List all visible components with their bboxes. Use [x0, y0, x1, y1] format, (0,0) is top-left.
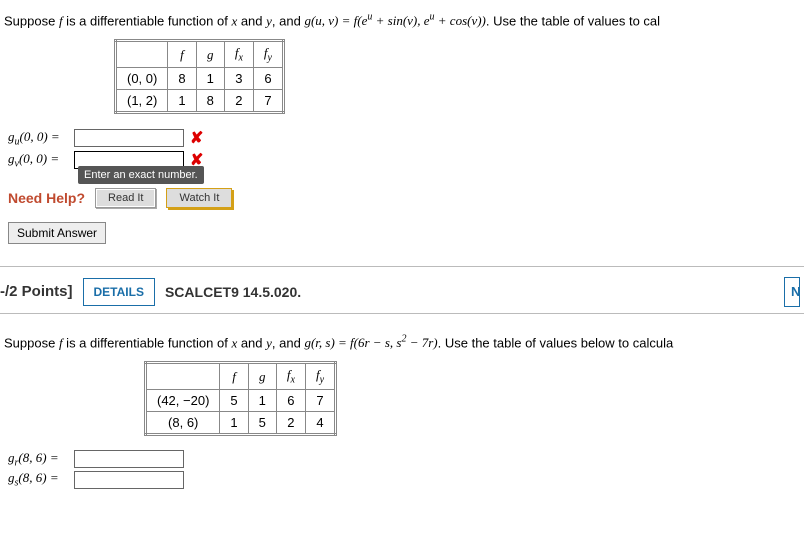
cell-point: (42, −20) [146, 389, 220, 411]
gr-label: gr(8, 6) = [8, 450, 70, 469]
cell-f: 1 [168, 89, 196, 112]
cell-fy: 7 [253, 89, 283, 112]
text: . Use the table of values below to calcu… [438, 335, 674, 350]
q2-data-table: f g fx fy (42, −20) 5 1 6 7 (8, 6) 1 5 2… [144, 361, 337, 436]
gu-label: gu(0, 0) = [8, 129, 70, 148]
cell-point: (1, 2) [116, 89, 168, 112]
table-header-row: f g fx fy [146, 363, 336, 390]
submit-answer-button[interactable]: Submit Answer [8, 222, 106, 244]
gr-input[interactable] [74, 450, 184, 468]
gu-input[interactable] [74, 129, 184, 147]
cell-point: (0, 0) [116, 67, 168, 89]
cell-g: 1 [196, 67, 224, 89]
text: Suppose [4, 13, 59, 28]
gs-input[interactable] [74, 471, 184, 489]
need-help-row: Need Help? Read It Watch It [8, 188, 800, 208]
right-partial-button[interactable]: N [784, 277, 800, 307]
read-it-button[interactable]: Read It [95, 188, 156, 208]
col-fx: fx [276, 363, 305, 390]
text: , and [272, 335, 305, 350]
col-f: f [168, 41, 196, 68]
cell-g: 8 [196, 89, 224, 112]
col-blank [116, 41, 168, 68]
cell-fx: 3 [224, 67, 253, 89]
text: . Use the table of values to cal [486, 13, 660, 28]
details-button[interactable]: DETAILS [83, 278, 155, 306]
answer-row-gv: gv(0, 0) = ✘ Enter an exact number. [8, 150, 800, 170]
need-help-label: Need Help? [8, 190, 85, 206]
text: is a differentiable function of [63, 13, 232, 28]
question-1: Suppose f is a differentiable function o… [0, 0, 804, 260]
col-fx: fx [224, 41, 253, 68]
text: Suppose [4, 335, 59, 350]
col-fy: fy [305, 363, 335, 390]
table-header-row: f g fx fy [116, 41, 284, 68]
col-f: f [220, 363, 248, 390]
table-row: (8, 6) 1 5 2 4 [146, 411, 336, 434]
q1-prompt: Suppose f is a differentiable function o… [4, 12, 800, 29]
question-reference: SCALCET9 14.5.020. [165, 284, 301, 300]
cell-g: 1 [248, 389, 276, 411]
table-row: (42, −20) 5 1 6 7 [146, 389, 336, 411]
q2-prompt: Suppose f is a differentiable function o… [4, 334, 800, 351]
table-row: (1, 2) 1 8 2 7 [116, 89, 284, 112]
question-2: Suppose f is a differentiable function o… [0, 322, 804, 499]
cell-f: 5 [220, 389, 248, 411]
g-expression: g(u, v) = f(eu + sin(v), eu + cos(v)) [304, 13, 485, 28]
answer-row-gr: gr(8, 6) = [8, 450, 800, 469]
cell-fx: 2 [276, 411, 305, 434]
text: is a differentiable function of [63, 335, 232, 350]
q1-data-table: f g fx fy (0, 0) 8 1 3 6 (1, 2) 1 8 2 7 [114, 39, 285, 114]
tooltip-exact-number: Enter an exact number. [78, 166, 204, 184]
points-label: -/2 Points] [0, 283, 73, 300]
cell-point: (8, 6) [146, 411, 220, 434]
answer-row-gu: gu(0, 0) = ✘ [8, 128, 800, 148]
cell-fy: 6 [253, 67, 283, 89]
submit-area: Submit Answer [8, 222, 800, 244]
cell-g: 5 [248, 411, 276, 434]
col-blank [146, 363, 220, 390]
col-g: g [248, 363, 276, 390]
text: , and [272, 13, 305, 28]
answer-row-gs: gs(8, 6) = [8, 470, 800, 489]
wrong-icon: ✘ [190, 128, 203, 148]
text: and [237, 13, 266, 28]
cell-fy: 7 [305, 389, 335, 411]
cell-f: 1 [220, 411, 248, 434]
cell-fx: 2 [224, 89, 253, 112]
table-row: (0, 0) 8 1 3 6 [116, 67, 284, 89]
col-g: g [196, 41, 224, 68]
cell-fy: 4 [305, 411, 335, 434]
question-2-header: -/2 Points] DETAILS SCALCET9 14.5.020. N [0, 267, 804, 314]
text: and [237, 335, 266, 350]
cell-f: 8 [168, 67, 196, 89]
col-fy: fy [253, 41, 283, 68]
gs-label: gs(8, 6) = [8, 470, 70, 489]
gv-label: gv(0, 0) = [8, 151, 70, 170]
watch-it-button[interactable]: Watch It [166, 188, 232, 208]
g-expression: g(r, s) = f(6r − s, s2 − 7r) [304, 335, 437, 350]
cell-fx: 6 [276, 389, 305, 411]
